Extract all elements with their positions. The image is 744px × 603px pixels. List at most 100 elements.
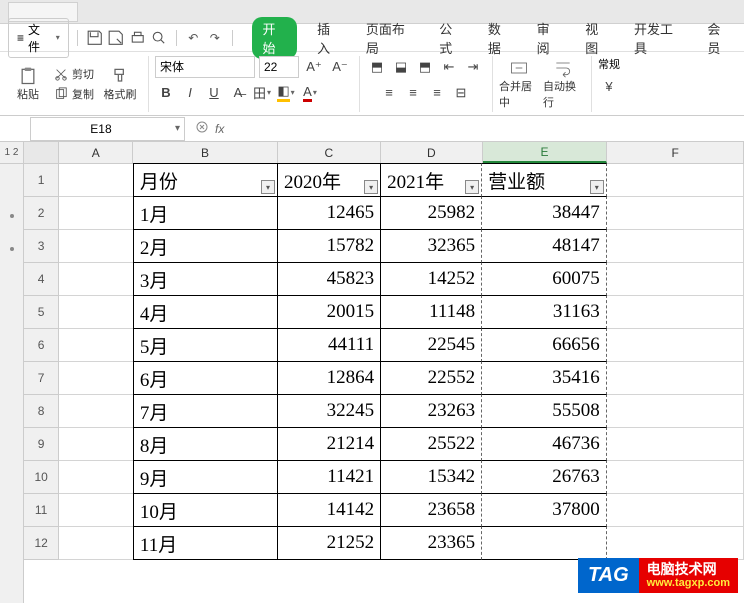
- cell[interactable]: 22552: [380, 361, 482, 395]
- cell[interactable]: 23658: [380, 493, 482, 527]
- cell[interactable]: 48147: [481, 229, 607, 263]
- cell[interactable]: 44111: [277, 328, 381, 362]
- cell[interactable]: 21214: [277, 427, 381, 461]
- row-header[interactable]: 11: [24, 494, 59, 527]
- outline-dot-icon[interactable]: [10, 214, 14, 218]
- print-preview-icon[interactable]: [150, 29, 167, 47]
- cell[interactable]: 10月: [133, 493, 278, 527]
- cell[interactable]: 15342: [380, 460, 482, 494]
- cut-button[interactable]: 剪切: [52, 65, 96, 83]
- align-center-icon[interactable]: ≡: [402, 82, 424, 104]
- indent-increase-icon[interactable]: ⇥: [462, 56, 484, 78]
- border-button[interactable]: 田▾: [251, 82, 273, 104]
- filter-dropdown-icon[interactable]: ▾: [590, 180, 604, 194]
- cell[interactable]: [607, 494, 744, 527]
- tab-layout[interactable]: 页面布局: [362, 17, 419, 59]
- cell[interactable]: 2020年▾: [277, 163, 381, 197]
- decrease-font-icon[interactable]: A⁻: [329, 56, 351, 78]
- cell[interactable]: 23263: [380, 394, 482, 428]
- row-header[interactable]: 1: [24, 164, 59, 197]
- cell[interactable]: [59, 428, 134, 461]
- cell[interactable]: 12465: [277, 196, 381, 230]
- cell[interactable]: 11148: [380, 295, 482, 329]
- row-header[interactable]: 12: [24, 527, 59, 560]
- cell[interactable]: [607, 527, 744, 560]
- col-header-a[interactable]: A: [59, 142, 133, 163]
- cell[interactable]: [607, 263, 744, 296]
- align-left-icon[interactable]: ≡: [378, 82, 400, 104]
- cell[interactable]: 66656: [481, 328, 607, 362]
- cell[interactable]: 25522: [380, 427, 482, 461]
- tab-formula[interactable]: 公式: [435, 17, 468, 59]
- cell[interactable]: 23365: [380, 526, 482, 560]
- col-header-f[interactable]: F: [607, 142, 744, 163]
- cell[interactable]: [607, 395, 744, 428]
- cell[interactable]: 6月: [133, 361, 278, 395]
- row-header[interactable]: 3: [24, 230, 59, 263]
- increase-font-icon[interactable]: A⁺: [303, 56, 325, 78]
- italic-button[interactable]: I: [179, 82, 201, 104]
- align-right-icon[interactable]: ≡: [426, 82, 448, 104]
- cell[interactable]: [607, 329, 744, 362]
- cell[interactable]: 2月: [133, 229, 278, 263]
- tab-dev[interactable]: 开发工具: [630, 17, 687, 59]
- cell[interactable]: [607, 428, 744, 461]
- outline-dot-icon[interactable]: [10, 247, 14, 251]
- cell[interactable]: 32365: [380, 229, 482, 263]
- cell[interactable]: 11月: [133, 526, 278, 560]
- row-header[interactable]: 4: [24, 263, 59, 296]
- cell[interactable]: 37800: [481, 493, 607, 527]
- redo-icon[interactable]: ↷: [206, 29, 223, 47]
- outline-gutter[interactable]: 1 2: [0, 142, 24, 603]
- cell[interactable]: 5月: [133, 328, 278, 362]
- cell[interactable]: 月份▾: [133, 163, 278, 197]
- cell[interactable]: 60075: [481, 262, 607, 296]
- filter-dropdown-icon[interactable]: ▾: [364, 180, 378, 194]
- cell[interactable]: 55508: [481, 394, 607, 428]
- row-header[interactable]: 10: [24, 461, 59, 494]
- cell[interactable]: 14142: [277, 493, 381, 527]
- cell[interactable]: 25982: [380, 196, 482, 230]
- select-all-corner[interactable]: [24, 142, 59, 163]
- cell[interactable]: [59, 329, 134, 362]
- col-header-d[interactable]: D: [381, 142, 482, 163]
- cell[interactable]: 31163: [481, 295, 607, 329]
- cell[interactable]: 营业额▾: [481, 163, 607, 197]
- chevron-down-icon[interactable]: ▾: [171, 123, 184, 134]
- cell[interactable]: 35416: [481, 361, 607, 395]
- align-middle-icon[interactable]: ⬓: [390, 56, 412, 78]
- align-bottom-icon[interactable]: ⬒: [414, 56, 436, 78]
- cell[interactable]: [607, 164, 744, 197]
- row-header[interactable]: 9: [24, 428, 59, 461]
- cell[interactable]: 20015: [277, 295, 381, 329]
- currency-icon[interactable]: ¥: [598, 76, 620, 98]
- cell[interactable]: 12864: [277, 361, 381, 395]
- font-color-button[interactable]: A▾: [299, 82, 321, 104]
- wrap-text-button[interactable]: 自动换行: [543, 57, 583, 111]
- cell[interactable]: 46736: [481, 427, 607, 461]
- cell[interactable]: 3月: [133, 262, 278, 296]
- file-menu[interactable]: ≡ 文件 ▾: [8, 18, 69, 58]
- cell[interactable]: 38447: [481, 196, 607, 230]
- underline-button[interactable]: U: [203, 82, 225, 104]
- formula-input[interactable]: [230, 118, 630, 140]
- cell[interactable]: 21252: [277, 526, 381, 560]
- cancel-icon[interactable]: [195, 120, 209, 137]
- row-header[interactable]: 6: [24, 329, 59, 362]
- tab-start[interactable]: 开始: [252, 17, 297, 59]
- bold-button[interactable]: B: [155, 82, 177, 104]
- font-size-select[interactable]: [259, 56, 299, 78]
- cell[interactable]: 22545: [380, 328, 482, 362]
- cell[interactable]: 26763: [481, 460, 607, 494]
- cell[interactable]: [59, 164, 134, 197]
- copy-button[interactable]: 复制: [52, 85, 96, 103]
- tab-review[interactable]: 审阅: [533, 17, 566, 59]
- cell[interactable]: [607, 197, 744, 230]
- col-header-b[interactable]: B: [133, 142, 277, 163]
- save-icon[interactable]: [86, 29, 103, 47]
- cell[interactable]: 32245: [277, 394, 381, 428]
- cell[interactable]: 8月: [133, 427, 278, 461]
- merge-split-icon[interactable]: ⊟: [450, 82, 472, 104]
- tab-view[interactable]: 视图: [581, 17, 614, 59]
- indent-decrease-icon[interactable]: ⇤: [438, 56, 460, 78]
